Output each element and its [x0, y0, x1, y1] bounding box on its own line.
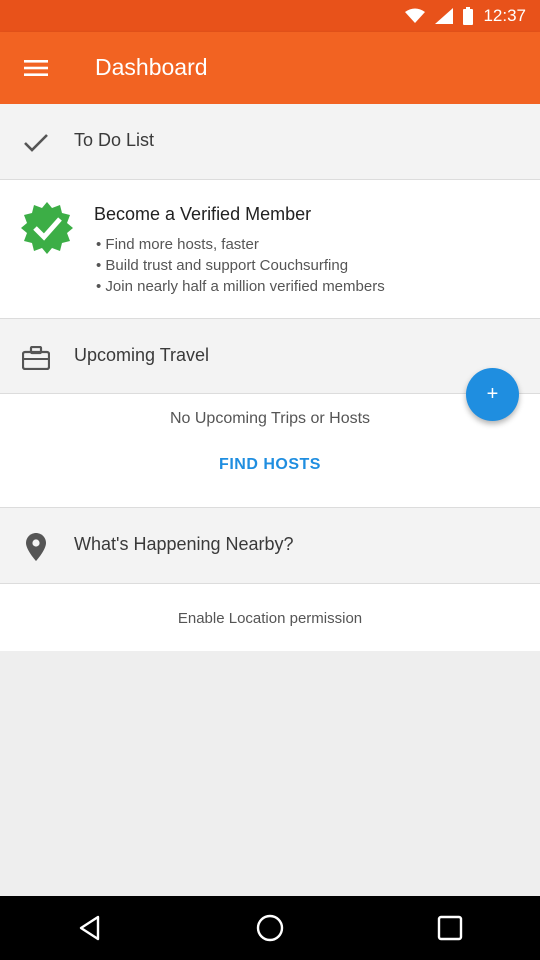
- nearby-label: What's Happening Nearby?: [74, 534, 294, 554]
- wifi-icon: [405, 8, 426, 23]
- verified-bullet-text: Find more hosts, faster: [105, 236, 259, 253]
- verified-bullet: • Build trust and support Couchsurfing: [96, 257, 349, 274]
- upcoming-travel-header[interactable]: Upcoming Travel: [0, 319, 540, 394]
- location-pin-icon: [20, 533, 52, 561]
- back-button[interactable]: [60, 898, 120, 958]
- enable-location-text: Enable Location permission: [177, 610, 363, 627]
- add-trip-fab[interactable]: +: [466, 368, 519, 421]
- upcoming-travel-label: Upcoming Travel: [74, 345, 210, 365]
- dashboard-content: To Do List Become a Verified Member • Fi…: [0, 104, 540, 651]
- verified-bullet: • Join nearly half a million verified me…: [96, 278, 385, 295]
- verified-bullet: • Find more hosts, faster: [96, 236, 259, 253]
- status-time: 12:37: [483, 6, 526, 25]
- signal-icon: [435, 8, 454, 24]
- verified-badge-icon: [21, 202, 73, 254]
- upcoming-trips-panel: No Upcoming Trips or Hosts FIND HOSTS: [0, 394, 540, 508]
- home-button[interactable]: [240, 898, 300, 958]
- page-title: Dashboard: [95, 54, 208, 80]
- recents-button[interactable]: [420, 898, 480, 958]
- enable-location-row[interactable]: Enable Location permission: [0, 584, 540, 651]
- find-hosts-button[interactable]: FIND HOSTS: [0, 456, 540, 474]
- system-navigation-bar: [0, 896, 540, 960]
- status-bar: 12:37: [0, 0, 540, 32]
- battery-icon: [463, 7, 474, 25]
- plus-icon: +: [486, 383, 499, 405]
- verified-member-title: Become a Verified Member: [94, 204, 312, 224]
- back-icon: [79, 915, 100, 941]
- menu-button[interactable]: [14, 46, 58, 90]
- briefcase-icon: [20, 345, 52, 371]
- hamburger-menu-icon: [24, 60, 48, 76]
- no-trips-text: No Upcoming Trips or Hosts: [169, 410, 371, 427]
- checkmark-icon: [20, 130, 52, 156]
- todo-list-label: To Do List: [74, 130, 155, 150]
- verified-member-card[interactable]: Become a Verified Member • Find more hos…: [0, 180, 540, 319]
- recents-icon: [437, 915, 463, 941]
- app-bar: Dashboard: [0, 32, 540, 104]
- home-icon: [256, 914, 284, 942]
- nearby-header[interactable]: What's Happening Nearby?: [0, 508, 540, 584]
- todo-list-header[interactable]: To Do List: [0, 104, 540, 180]
- verified-bullet-text: Join nearly half a million verified memb…: [105, 278, 385, 295]
- status-icons: 12:37: [405, 6, 526, 26]
- verified-bullet-text: Build trust and support Couchsurfing: [105, 257, 349, 274]
